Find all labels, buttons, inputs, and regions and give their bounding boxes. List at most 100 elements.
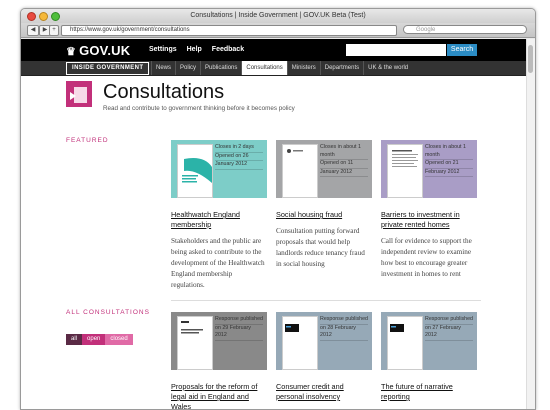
- document-cover-graphic: [182, 158, 212, 183]
- filter-closed[interactable]: closed: [105, 334, 133, 345]
- nav-ministers[interactable]: Ministers: [286, 61, 320, 75]
- card-meta: Closes in about 1 month Opened on 21 Feb…: [425, 144, 473, 177]
- document-thumbnail: [177, 316, 213, 370]
- card-title-link[interactable]: Proposals for the reform of legal aid in…: [171, 382, 267, 409]
- zoom-window-button[interactable]: [51, 12, 60, 21]
- card-thumbnail[interactable]: Response published on 28 February 2012: [276, 312, 372, 370]
- card-meta: Response published on 27 February 2012: [425, 316, 473, 341]
- card-meta: Closes in about 1 month Opened on 11 Jan…: [320, 144, 368, 177]
- card-opened-date: January 2012: [320, 169, 368, 177]
- card-date: on 27 February 2012: [425, 325, 473, 341]
- card-status: Closes in about 1 month: [320, 144, 368, 160]
- govuk-logo[interactable]: ♛ GOV.UK: [66, 43, 130, 58]
- nav-uk-and-world[interactable]: UK & the world: [363, 61, 412, 75]
- card-thumbnail[interactable]: Closes in about 1 month Opened on 11 Jan…: [276, 140, 372, 198]
- card-thumbnail[interactable]: Response published on 27 February 2012: [381, 312, 477, 370]
- nav-departments[interactable]: Departments: [319, 61, 363, 75]
- url-text: https://www.gov.uk/government/consultati…: [70, 27, 190, 33]
- header-nav: Settings Help Feedback: [149, 46, 244, 53]
- section-divider: [171, 300, 481, 301]
- card-status: Closes in 2 days: [215, 144, 263, 153]
- card-thumbnail[interactable]: Closes in 2 days Opened on 26 January 20…: [171, 140, 267, 198]
- featured-card[interactable]: Closes in 2 days Opened on 26 January 20…: [171, 140, 267, 291]
- card-opened-label: Opened on 26: [215, 153, 263, 161]
- card-status: Response published: [215, 316, 263, 325]
- featured-label: FEATURED: [66, 137, 109, 144]
- card-meta: Response published on 29 February 2012: [215, 316, 263, 341]
- card-opened-label: Opened on 11: [320, 160, 368, 169]
- document-thumbnail: [387, 144, 423, 198]
- browser-search-placeholder: Google: [416, 27, 436, 33]
- window-title: Consultations | Inside Government | GOV.…: [190, 12, 366, 19]
- browser-window: Consultations | Inside Government | GOV.…: [20, 8, 536, 410]
- card-title-link[interactable]: Social housing fraud: [276, 210, 372, 220]
- web-page: ♛ GOV.UK Settings Help Feedback Search IN…: [21, 39, 527, 409]
- close-window-button[interactable]: [27, 12, 36, 21]
- consultation-card[interactable]: Response published on 29 February 2012 P…: [171, 312, 267, 409]
- card-thumbnail[interactable]: Closes in about 1 month Opened on 21 Feb…: [381, 140, 477, 198]
- card-date: on 29 February 2012: [215, 325, 263, 341]
- all-consultations-label: ALL CONSULTATIONS: [66, 309, 150, 316]
- consultation-card[interactable]: Response published on 28 February 2012 C…: [276, 312, 372, 402]
- document-cover-graphic: [181, 321, 203, 334]
- card-meta: Closes in 2 days Opened on 26 January 20…: [215, 144, 263, 170]
- inside-government-badge[interactable]: INSIDE GOVERNMENT: [66, 62, 150, 75]
- document-cover-graphic: [287, 149, 303, 153]
- document-cover-graphic: [392, 150, 418, 167]
- address-bar[interactable]: https://www.gov.uk/government/consultati…: [61, 25, 397, 36]
- page-subtitle: Read and contribute to government thinki…: [103, 105, 295, 112]
- title-bar: Consultations | Inside Government | GOV.…: [21, 9, 535, 23]
- card-meta: Response published on 28 February 2012: [320, 316, 368, 341]
- card-description: Call for evidence to support the indepen…: [381, 237, 472, 278]
- scrollbar-thumb[interactable]: [528, 45, 533, 73]
- section-nav-bar: INSIDE GOVERNMENT News Policy Publicatio…: [21, 61, 527, 76]
- card-description: Stakeholders and the public are being as…: [171, 237, 265, 289]
- card-date: on 28 February 2012: [320, 325, 368, 341]
- nav-policy[interactable]: Policy: [175, 61, 200, 75]
- card-title-link[interactable]: Healthwatch England membership: [171, 210, 267, 230]
- card-opened-date: February 2012: [425, 169, 473, 177]
- nav-consultations[interactable]: Consultations: [241, 61, 287, 75]
- card-description: Consultation putting forward proposals t…: [276, 227, 365, 268]
- help-link[interactable]: Help: [187, 46, 202, 53]
- window-controls: [27, 12, 60, 21]
- featured-card[interactable]: Closes in about 1 month Opened on 21 Feb…: [381, 140, 477, 280]
- featured-card[interactable]: Closes in about 1 month Opened on 11 Jan…: [276, 140, 372, 270]
- filter-all[interactable]: all: [66, 334, 83, 345]
- card-status: Closes in about 1 month: [425, 144, 473, 160]
- site-search-input[interactable]: [346, 44, 446, 56]
- govuk-header: ♛ GOV.UK Settings Help Feedback Search: [21, 39, 527, 61]
- settings-link[interactable]: Settings: [149, 46, 177, 53]
- crown-icon: ♛: [66, 46, 77, 58]
- nav-news[interactable]: News: [151, 61, 175, 75]
- nav-publications[interactable]: Publications: [200, 61, 241, 75]
- document-thumbnail: [282, 316, 318, 370]
- filter-tabs: all open closed: [66, 334, 133, 345]
- add-bookmark-button[interactable]: +: [49, 25, 59, 36]
- card-status: Response published: [425, 316, 473, 325]
- card-thumbnail[interactable]: Response published on 29 February 2012: [171, 312, 267, 370]
- page-title: Consultations: [103, 81, 225, 103]
- browser-toolbar: ◀ ▶ + https://www.gov.uk/government/cons…: [21, 23, 535, 38]
- document-thumbnail: [387, 316, 423, 370]
- card-title-link[interactable]: The future of narrative reporting: [381, 382, 477, 402]
- browser-search-field[interactable]: Google: [403, 25, 527, 34]
- minimize-window-button[interactable]: [39, 12, 48, 21]
- back-button[interactable]: ◀: [27, 25, 39, 36]
- section-nav: News Policy Publications Consultations M…: [151, 61, 412, 75]
- consultations-icon: [66, 81, 92, 107]
- feedback-link[interactable]: Feedback: [212, 46, 244, 53]
- card-title-link[interactable]: Barriers to investment in private rented…: [381, 210, 477, 230]
- filter-open[interactable]: open: [82, 334, 106, 345]
- document-thumbnail: [177, 144, 213, 198]
- card-opened-label: Opened on 21: [425, 160, 473, 169]
- card-opened-date: January 2012: [215, 161, 263, 170]
- site-search-button[interactable]: Search: [447, 44, 477, 56]
- document-cover-graphic: [390, 324, 404, 332]
- consultation-card[interactable]: Response published on 27 February 2012 T…: [381, 312, 477, 402]
- card-status: Response published: [320, 316, 368, 325]
- card-title-link[interactable]: Consumer credit and personal insolvency: [276, 382, 372, 402]
- document-thumbnail: [282, 144, 318, 198]
- vertical-scrollbar[interactable]: [526, 39, 535, 409]
- document-cover-graphic: [285, 324, 299, 332]
